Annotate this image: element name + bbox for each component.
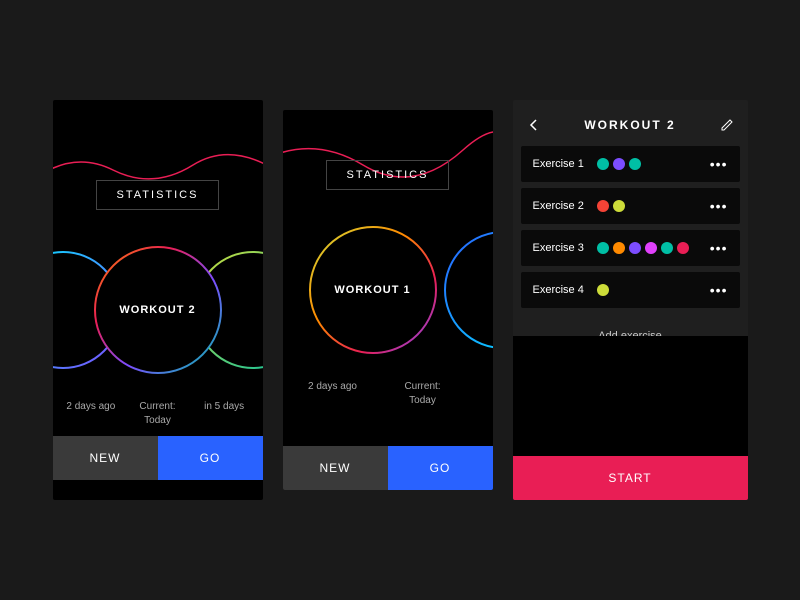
- new-button[interactable]: NEW: [283, 446, 388, 490]
- set-dot: [597, 200, 609, 212]
- screen-workout2: STATISTICS WORKOUT 2 2 days ago Current:…: [53, 100, 263, 500]
- header: WORKOUT 2: [513, 100, 748, 146]
- set-dot: [613, 158, 625, 170]
- current-workout-ring[interactable]: WORKOUT 2: [93, 245, 223, 375]
- set-dot: [629, 158, 641, 170]
- exercise-row[interactable]: Exercise 1 •••: [521, 146, 740, 182]
- set-dot: [597, 242, 609, 254]
- date-next: in 5 days: [194, 400, 254, 428]
- statistics-button[interactable]: STATISTICS: [326, 160, 450, 190]
- workout-label: WORKOUT 2: [119, 304, 195, 316]
- set-dots: [597, 200, 710, 212]
- exercise-name: Exercise 2: [533, 200, 597, 212]
- set-dot: [629, 242, 641, 254]
- exercise-list: Exercise 1•••Exercise 2•••Exercise 3•••E…: [513, 146, 748, 308]
- more-icon[interactable]: •••: [710, 156, 728, 172]
- set-dots: [597, 158, 710, 170]
- go-button[interactable]: GO: [158, 436, 263, 480]
- more-icon[interactable]: •••: [710, 240, 728, 256]
- current-workout-ring[interactable]: WORKOUT 1: [308, 225, 438, 355]
- workout-label: WORKOUT 1: [334, 284, 410, 296]
- action-row: NEW GO: [53, 436, 263, 480]
- more-icon[interactable]: •••: [710, 282, 728, 298]
- exercise-name: Exercise 3: [533, 242, 597, 254]
- date-current: Current: Today: [127, 400, 187, 428]
- exercise-row[interactable]: Exercise 3 •••: [521, 230, 740, 266]
- set-dots: [597, 284, 710, 296]
- go-button[interactable]: GO: [388, 446, 493, 490]
- set-dot: [597, 284, 609, 296]
- next-workout-ring[interactable]: [443, 230, 493, 350]
- date-row: 2 days ago Current: Today: [283, 370, 493, 418]
- screen-workout1: STATISTICS WORKOUT 1 2 days ago Current:…: [283, 110, 493, 490]
- action-row: START: [513, 456, 748, 500]
- edit-icon[interactable]: [720, 118, 734, 132]
- back-icon[interactable]: [527, 118, 541, 132]
- spacer: [513, 336, 748, 456]
- statistics-button[interactable]: STATISTICS: [96, 180, 220, 210]
- set-dot: [613, 242, 625, 254]
- date-row: 2 days ago Current: Today in 5 days: [53, 390, 263, 438]
- date-prev: 2 days ago: [303, 380, 363, 408]
- more-icon[interactable]: •••: [710, 198, 728, 214]
- new-button[interactable]: NEW: [53, 436, 158, 480]
- exercise-row[interactable]: Exercise 4 •••: [521, 272, 740, 308]
- set-dot: [677, 242, 689, 254]
- workout-ring-area: WORKOUT 2: [53, 230, 263, 390]
- set-dot: [597, 158, 609, 170]
- set-dot: [645, 242, 657, 254]
- workout-ring-area: WORKOUT 1: [283, 210, 493, 370]
- screen-exercise-list: WORKOUT 2 Exercise 1•••Exercise 2•••Exer…: [513, 100, 748, 500]
- exercise-name: Exercise 1: [533, 158, 597, 170]
- exercise-name: Exercise 4: [533, 284, 597, 296]
- set-dot: [613, 200, 625, 212]
- exercise-row[interactable]: Exercise 2 •••: [521, 188, 740, 224]
- date-prev: 2 days ago: [61, 400, 121, 428]
- date-current: Current: Today: [393, 380, 453, 408]
- action-row: NEW GO: [283, 446, 493, 490]
- start-button[interactable]: START: [513, 456, 748, 500]
- set-dots: [597, 242, 710, 254]
- screen-title: WORKOUT 2: [584, 118, 675, 132]
- set-dot: [661, 242, 673, 254]
